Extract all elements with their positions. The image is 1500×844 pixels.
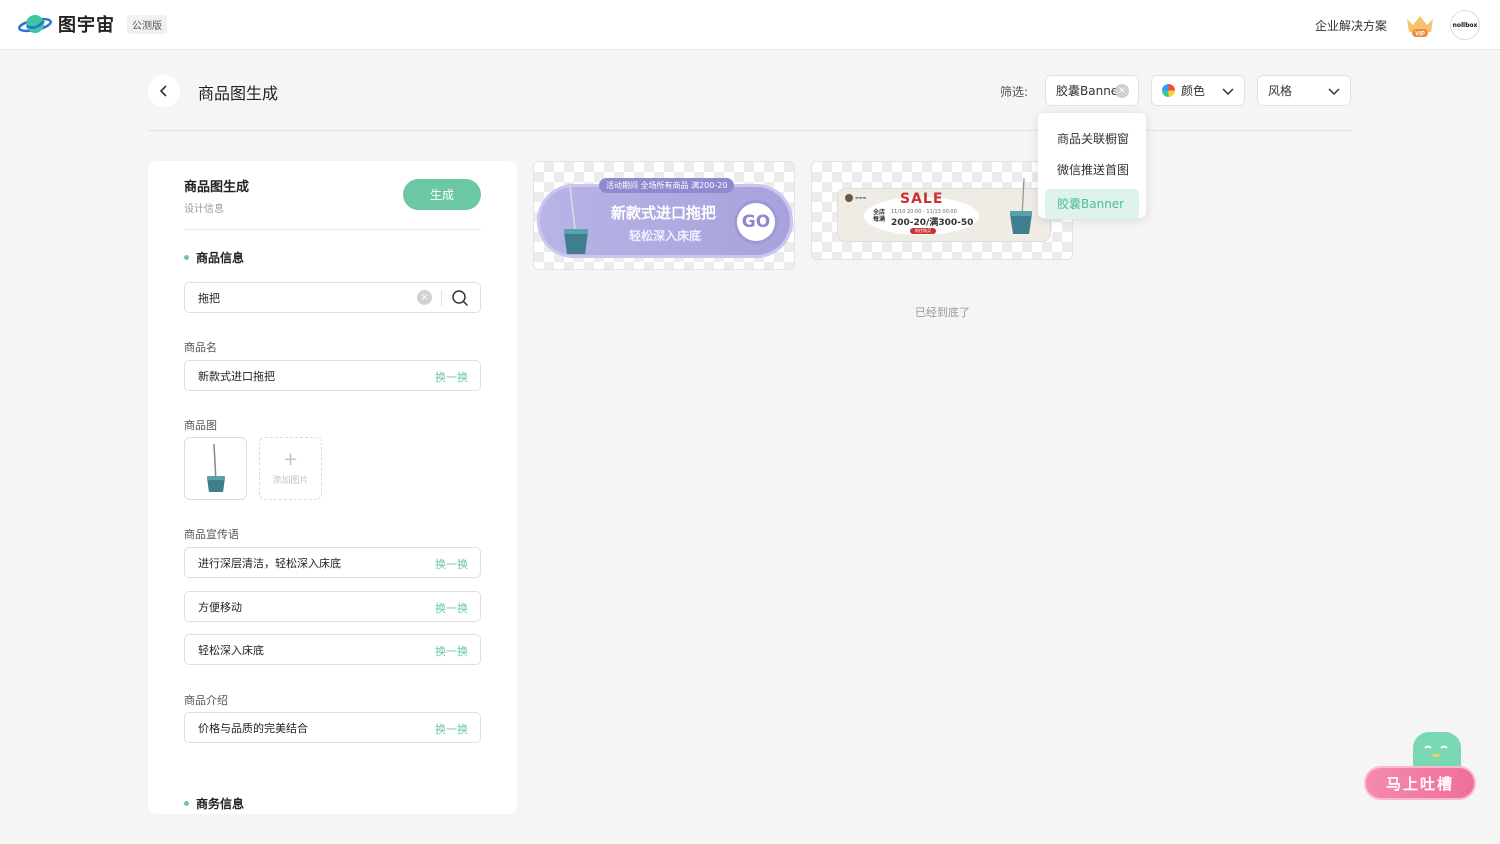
intro-field[interactable]: 价格与品质的完美结合 换一换 bbox=[184, 712, 481, 743]
section-title: 商品信息 bbox=[196, 251, 245, 265]
color-filter-label: 颜色 bbox=[1181, 84, 1206, 98]
banner-type-dropdown: 商品关联橱窗 微信推送首图 胶囊Banner bbox=[1038, 113, 1146, 219]
dropdown-option-wechat-cover[interactable]: 微信推送首图 bbox=[1038, 158, 1146, 189]
logo[interactable]: 图宇宙 公测版 bbox=[18, 11, 167, 37]
dropdown-option-product-window[interactable]: 商品关联橱窗 bbox=[1038, 127, 1146, 158]
result-banner-2[interactable]: ▬▬▬ SALE 全店每满 11/10 20:00 - 11/13 00:00 … bbox=[811, 161, 1073, 260]
swap-button[interactable]: 换一换 bbox=[435, 600, 468, 616]
section-product-info: 商品信息 bbox=[184, 249, 244, 266]
banner-title: 新款式进口拖把 bbox=[611, 204, 717, 222]
mop-product-icon bbox=[1010, 177, 1032, 234]
color-filter[interactable]: 颜色 bbox=[1151, 75, 1245, 106]
panel-divider bbox=[184, 229, 481, 230]
section-dot-icon bbox=[184, 255, 189, 260]
header-divider bbox=[148, 130, 1352, 131]
clear-filter-icon[interactable]: × bbox=[1115, 84, 1129, 98]
slogan-field-2[interactable]: 方便移动 换一换 bbox=[184, 591, 481, 622]
intro-value: 价格与品质的完美结合 bbox=[198, 721, 308, 735]
product-name-value: 新款式进口拖把 bbox=[198, 369, 275, 383]
banner-subtitle: 轻松深入床底 bbox=[629, 229, 702, 243]
go-badge: GO bbox=[737, 203, 775, 241]
add-image-label: 添加图片 bbox=[272, 476, 309, 486]
type-filter[interactable]: 胶囊Banner × bbox=[1045, 75, 1139, 106]
product-search-input[interactable]: 拖把 × bbox=[184, 282, 481, 313]
chevron-down-icon bbox=[1222, 88, 1234, 96]
chevron-down-icon bbox=[1328, 88, 1340, 96]
beta-badge: 公测版 bbox=[127, 14, 167, 34]
panel-title: 商品图生成 bbox=[184, 180, 250, 195]
swap-button[interactable]: 换一换 bbox=[435, 643, 468, 659]
section-title: 商务信息 bbox=[196, 797, 245, 811]
back-button[interactable] bbox=[148, 75, 180, 107]
slogan-value: 进行深层清洁，轻松深入床底 bbox=[198, 556, 341, 570]
result-banner-1[interactable]: 活动期间 全场所有商品 满200-20 新款式进口拖把 轻松深入床底 GO bbox=[533, 161, 795, 270]
slogan-field-3[interactable]: 轻松深入床底 换一换 bbox=[184, 634, 481, 665]
mop-product-icon bbox=[207, 443, 225, 492]
color-wheel-icon bbox=[1162, 84, 1175, 97]
style-filter[interactable]: 风格 bbox=[1257, 75, 1351, 106]
type-filter-value: 胶囊Banner bbox=[1056, 84, 1124, 98]
swap-button[interactable]: 换一换 bbox=[435, 369, 468, 385]
end-of-list-text: 已经到底了 bbox=[915, 306, 970, 319]
promo-tag: 活动期间 全场所有商品 满200-20 bbox=[599, 178, 735, 193]
search-icon[interactable] bbox=[451, 289, 469, 307]
brand-logo-icon bbox=[845, 194, 853, 202]
swap-button[interactable]: 换一换 bbox=[435, 721, 468, 737]
vip-label: VIP bbox=[1415, 32, 1425, 38]
logo-title: 图宇宙 bbox=[58, 15, 115, 36]
sale-buy-button: 前往购买 bbox=[910, 228, 936, 234]
planet-logo-icon bbox=[18, 11, 52, 37]
enterprise-solutions-link[interactable]: 企业解决方案 bbox=[1315, 17, 1387, 34]
style-filter-label: 风格 bbox=[1268, 84, 1293, 98]
generate-button[interactable]: 生成 bbox=[403, 179, 481, 210]
plus-icon: + bbox=[282, 449, 299, 470]
slogan-field-1[interactable]: 进行深层清洁，轻松深入床底 换一换 bbox=[184, 547, 481, 578]
product-image-thumbnail[interactable] bbox=[184, 437, 247, 500]
mop-product-icon bbox=[564, 185, 588, 254]
slogan-value: 方便移动 bbox=[198, 600, 242, 614]
sale-title: SALE bbox=[900, 191, 944, 207]
search-value: 拖把 bbox=[198, 291, 220, 305]
swap-button[interactable]: 换一换 bbox=[435, 556, 468, 572]
clear-search-icon[interactable]: × bbox=[417, 290, 432, 305]
design-info-panel: 商品图生成 设计信息 生成 商品信息 拖把 × 商品名 新款式进口拖把 换一换 … bbox=[148, 161, 517, 814]
feedback-button[interactable]: 马上吐槽 bbox=[1364, 766, 1476, 800]
section-dot-icon bbox=[184, 801, 189, 806]
panel-subtitle: 设计信息 bbox=[184, 204, 224, 215]
sale-deal: 200-20/满300-50 bbox=[891, 218, 974, 228]
slogan-value: 轻松深入床底 bbox=[198, 643, 264, 657]
product-name-label: 商品名 bbox=[184, 341, 217, 354]
intro-label: 商品介绍 bbox=[184, 694, 228, 707]
page-title: 商品图生成 bbox=[198, 84, 279, 103]
section-business-info: 商务信息 bbox=[184, 795, 244, 812]
filter-label: 筛选: bbox=[1000, 85, 1029, 99]
product-image-label: 商品图 bbox=[184, 419, 217, 432]
chevron-left-icon bbox=[159, 85, 167, 97]
add-image-button[interactable]: + 添加图片 bbox=[259, 437, 322, 500]
top-bar: 图宇宙 公测版 企业解决方案 VIP nollbox bbox=[0, 0, 1500, 50]
product-name-field[interactable]: 新款式进口拖把 换一换 bbox=[184, 360, 481, 391]
dropdown-option-capsule-banner[interactable]: 胶囊Banner bbox=[1045, 189, 1139, 219]
search-separator bbox=[441, 290, 442, 306]
avatar[interactable]: nollbox bbox=[1450, 10, 1480, 40]
slogan-label: 商品宣传语 bbox=[184, 528, 239, 541]
brand-text-icon: ▬▬▬ bbox=[855, 195, 867, 200]
vip-crown-icon[interactable]: VIP bbox=[1404, 13, 1436, 39]
sale-left-text: 全店每满 bbox=[873, 209, 886, 223]
